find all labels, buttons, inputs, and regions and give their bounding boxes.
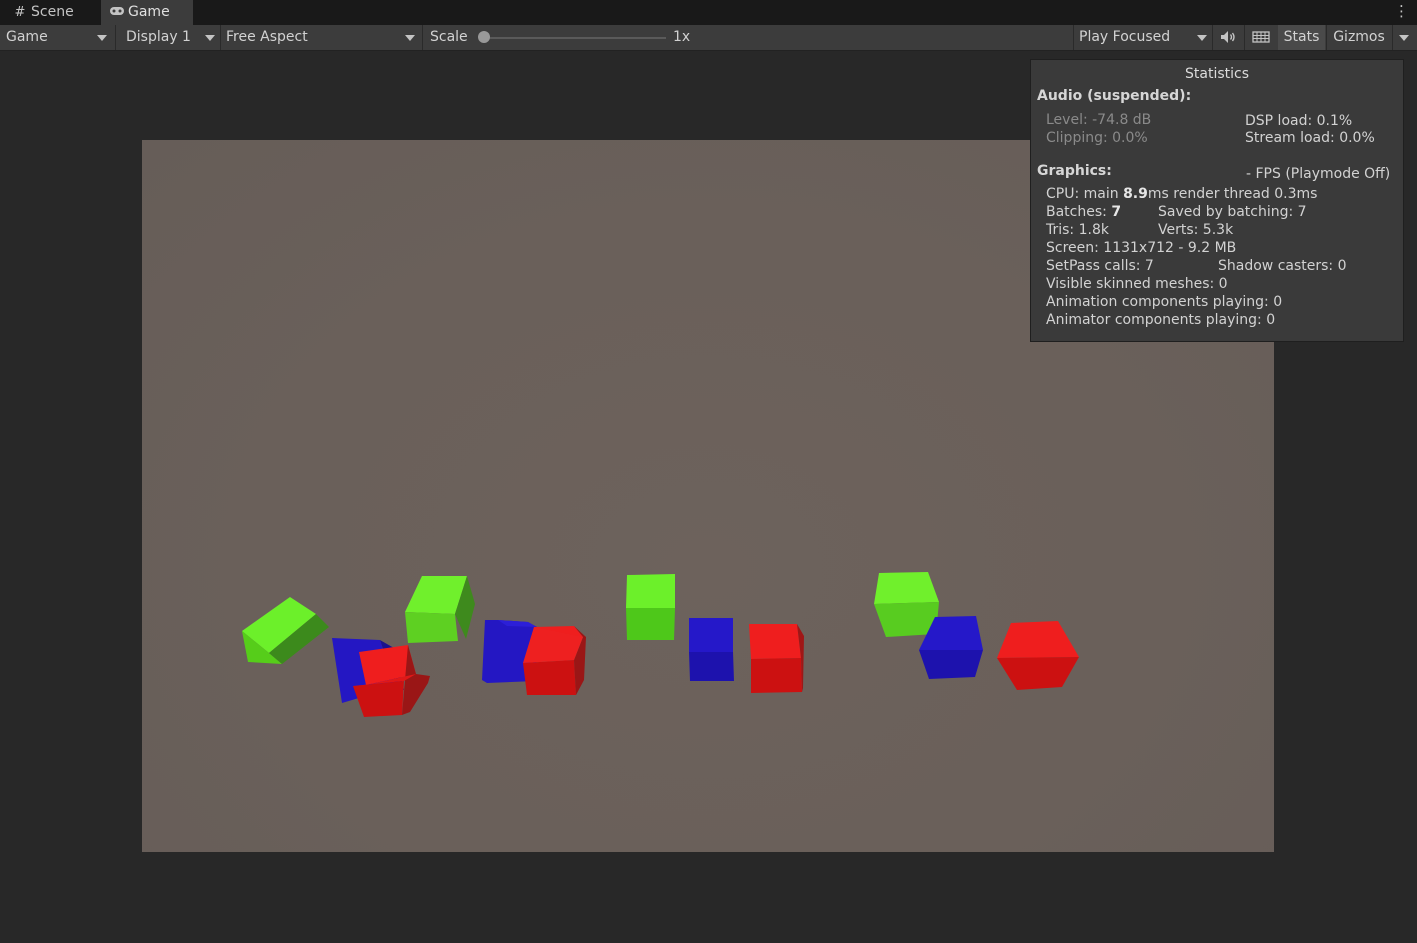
red-cube [749, 624, 804, 693]
toolbar-divider [115, 25, 116, 50]
audio-clipping: Clipping: 0.0% [1046, 130, 1148, 146]
display-dropdown-arrow-icon [205, 35, 215, 41]
scale-slider-handle[interactable] [478, 31, 490, 43]
batches: Batches: 7 [1046, 203, 1121, 221]
gamepad-icon [109, 1, 125, 25]
saved-by-batching: Saved by batching: 7 [1158, 204, 1307, 220]
toolbar-divider [220, 25, 221, 50]
visible-skinned-meshes: Visible skinned meshes: 0 [1046, 276, 1228, 292]
stats-toggle-button[interactable]: Stats [1278, 25, 1325, 50]
keyboard-icon [1252, 31, 1270, 43]
screen-info: Screen: 1131x712 - 9.2 MB [1046, 240, 1237, 256]
green-cube [626, 574, 675, 640]
aspect-dropdown[interactable]: Free Aspect [226, 25, 308, 50]
tris: Tris: 1.8k [1046, 222, 1109, 238]
verts: Verts: 5.3k [1158, 222, 1234, 238]
game-view-toolbar: Game Display 1 Free Aspect Scale 1x Play… [0, 25, 1417, 51]
stats-toggle-label: Stats [1283, 29, 1320, 45]
scale-value: 1x [673, 29, 691, 45]
toolbar-divider [1392, 25, 1393, 50]
play-mode-dropdown[interactable]: Play Focused [1079, 25, 1170, 50]
blue-cube [689, 618, 734, 681]
animation-components: Animation components playing: 0 [1046, 294, 1283, 310]
toolbar-divider [1073, 25, 1074, 50]
setpass-calls: SetPass calls: 7 [1046, 258, 1154, 274]
speaker-icon [1221, 31, 1235, 43]
tab-scene[interactable]: # Scene [0, 0, 100, 25]
dsp-load: DSP load: 0.1% [1245, 113, 1353, 129]
play-mode-label: Play Focused [1079, 29, 1171, 45]
stream-load: Stream load: 0.0% [1245, 130, 1375, 146]
scale-slider-track[interactable] [484, 37, 666, 39]
display-dropdown-label: Display 1 [126, 29, 191, 45]
green-cube [405, 576, 475, 643]
fps-readout: - FPS (Playmode Off) [1246, 166, 1391, 182]
shadow-casters: Shadow casters: 0 [1218, 258, 1347, 274]
mode-dropdown-arrow-icon [97, 35, 107, 41]
toolbar-divider [422, 25, 423, 50]
cpu-suffix: ms render thread 0.3ms [1147, 186, 1318, 202]
grid-icon: # [14, 5, 26, 20]
play-mode-arrow-icon [1197, 35, 1207, 41]
editor-tab-bar: # Scene Game ⋮ [0, 0, 1417, 25]
statistics-overlay: Statistics Audio (suspended): Level: -74… [1030, 59, 1404, 342]
batches-prefix: Batches: [1046, 204, 1112, 220]
red-cube [997, 621, 1079, 690]
tab-game[interactable]: Game [101, 0, 193, 25]
green-cube [242, 597, 329, 664]
red-cube [523, 626, 586, 695]
gizmos-toggle-button[interactable]: Gizmos [1327, 25, 1391, 50]
batches-value: 7 [1111, 204, 1122, 220]
mute-audio-button[interactable] [1213, 25, 1243, 50]
audio-level: Level: -74.8 dB [1046, 112, 1152, 128]
animator-components: Animator components playing: 0 [1046, 312, 1276, 328]
gizmos-dropdown-arrow-icon[interactable] [1399, 35, 1409, 41]
display-dropdown[interactable]: Display 1 [126, 25, 191, 50]
scale-label: Scale [430, 29, 468, 45]
cpu-main-value: 8.9 [1123, 186, 1148, 202]
audio-header: Audio (suspended): [1037, 88, 1192, 104]
mode-dropdown-label: Game [6, 29, 48, 45]
stats-title: Statistics [1185, 66, 1249, 82]
cpu-timing: CPU: main 8.9ms render thread 0.3ms [1046, 185, 1317, 203]
more-options-icon[interactable]: ⋮ [1394, 0, 1409, 22]
tab-game-label: Game [128, 4, 170, 20]
mode-dropdown[interactable]: Game [6, 25, 48, 50]
aspect-dropdown-arrow-icon [405, 35, 415, 41]
green-cube [874, 572, 939, 637]
gizmos-toggle-label: Gizmos [1333, 29, 1385, 45]
cpu-prefix: CPU: main [1046, 186, 1124, 202]
graphics-header: Graphics: [1037, 163, 1112, 179]
shortcuts-button[interactable] [1245, 25, 1277, 50]
aspect-dropdown-label: Free Aspect [226, 29, 308, 45]
tab-scene-label: Scene [31, 4, 74, 20]
